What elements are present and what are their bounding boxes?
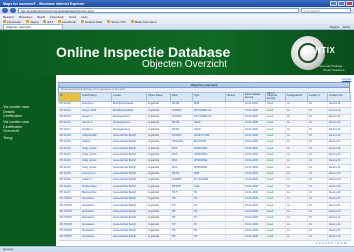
bookmark-icon [58, 20, 62, 23]
table-cell: 01 [307, 234, 328, 242]
pager-link[interactable]: 1 [316, 242, 317, 245]
favorite-link[interactable]: Show CTR [107, 20, 126, 24]
menu-item-beeld[interactable]: Beeld [37, 15, 45, 19]
toolbar-tools: Pagina Extra [330, 25, 354, 29]
status-bar: Gereed [0, 246, 354, 252]
web-page: Online Inspectie Database Objecten Overz… [0, 30, 354, 246]
pager-link[interactable]: 7 [334, 242, 335, 245]
bookmark-icon [3, 20, 6, 23]
table-header-row: ID Omschrijving Locatie Object status Merk Ty… [58, 91, 351, 102]
favorite-link[interactable]: Favorieten [3, 20, 21, 24]
favorite-label: Show CTR [111, 19, 126, 24]
window-title: Maps for success® - Windows Internet Exp… [3, 1, 85, 6]
favorite-label: Tappa [30, 19, 39, 24]
bookmark-icon [43, 20, 47, 23]
pager-link[interactable]: ... [348, 242, 350, 245]
tagline-line-2: Smart Solutions [323, 68, 345, 72]
column-header[interactable]: Omschrijving [80, 91, 112, 102]
search-input[interactable]: Live Search [301, 8, 351, 13]
column-header[interactable]: Serienr. [225, 91, 244, 102]
favorite-link[interactable]: Tappa [26, 20, 38, 24]
sidebar-group: Terug [0, 136, 56, 141]
page-subtitle: Objecten Overzicht [142, 59, 228, 70]
sidebar-group: Via locatie naar Certificaten Overzicht [0, 120, 56, 134]
logout-link[interactable]: Logout [342, 77, 351, 81]
column-header[interactable]: ID [58, 91, 81, 102]
pager-link[interactable]: 3 [322, 242, 323, 245]
tool-menu-extra[interactable]: Extra [343, 25, 350, 29]
sidebar: Via locatie naar Details Certificaten Via l… [0, 75, 56, 246]
table-cell: Deurne 01 [327, 234, 351, 242]
pager-link[interactable]: 5 [328, 242, 329, 245]
pager: 1 2 3 4 5 6 7 8 9 10... [316, 242, 350, 245]
sidebar-link[interactable]: Overzicht [0, 129, 56, 134]
column-header[interactable]: Goedgekeurd [285, 91, 308, 102]
favorite-label: Handbook [62, 19, 76, 24]
pager-link[interactable]: 2 [319, 242, 320, 245]
menu-item-help[interactable]: Help [81, 15, 87, 19]
table-cell: NH-IT0007 [58, 234, 81, 242]
favorite-label: Make Tool Items [134, 19, 157, 24]
column-header[interactable]: Type [192, 91, 226, 102]
column-header[interactable]: Locatie [111, 91, 147, 102]
column-header[interactable]: Datum volgende keuring [265, 91, 286, 102]
bookmark-icon [130, 20, 134, 23]
favorite-label: EXT [47, 19, 54, 24]
window-titlebar: Maps for success® - Windows Internet Exp… [0, 0, 354, 7]
logo-text: CENTIX [303, 46, 336, 55]
page-title: Online Inspectie Database [56, 44, 231, 60]
favorite-link[interactable]: EXT [43, 20, 53, 24]
url-input[interactable]: http://localhost/OnlineInspectieDatabase… [18, 8, 299, 13]
pager-link[interactable]: 10 [343, 242, 346, 245]
bookmark-icon [26, 20, 30, 23]
tab-objecten-overzicht[interactable]: Objecten overzicht [3, 24, 63, 29]
forward-button[interactable] [10, 8, 16, 13]
pager-link[interactable]: 8 [337, 242, 338, 245]
pager-link[interactable]: 6 [331, 242, 332, 245]
table-cell: In gebruik [146, 234, 171, 242]
table-row[interactable]: NH-IT0007 Apparatuur Gereedschap Bedrijf In… [58, 234, 351, 242]
close-button[interactable] [346, 1, 353, 6]
column-header[interactable]: Object status [146, 91, 171, 102]
table-cell: PC [192, 234, 226, 242]
column-header[interactable]: Locatie nr [307, 91, 328, 102]
table-cell: HP [170, 234, 193, 242]
column-header[interactable]: Datum laatste keuring [243, 91, 266, 102]
table-cell: Ja [285, 234, 308, 242]
sidebar-group: Via locatie naar Details Certificaten [0, 105, 56, 119]
favorite-link[interactable]: Outlook Web [80, 19, 103, 24]
menu-item-extra[interactable]: Extra [69, 15, 76, 19]
bookmark-icon [107, 20, 111, 23]
pager-link[interactable]: 9 [340, 242, 341, 245]
favorite-link[interactable]: Handbook [58, 20, 76, 24]
favorite-label: Outlook Web [84, 19, 103, 24]
objects-panel: Objecten overzicht Sleep een kolomkop hi… [58, 82, 351, 246]
menu-item-bestand[interactable]: Bestand [3, 15, 14, 19]
tool-menu-pagina[interactable]: Pagina [330, 25, 339, 29]
table-cell [225, 234, 244, 242]
tagline: Personal Thinking... Smart Solutions [318, 64, 344, 72]
sidebar-link[interactable]: Terug [0, 136, 56, 141]
favorite-link[interactable]: Make Tool Items [130, 19, 157, 24]
objects-table: ID Omschrijving Locatie Object status Merk Ty… [58, 91, 351, 242]
menu-item-favorieten[interactable]: Favorieten [50, 15, 64, 19]
table-cell: Gereedschap Bedrijf [111, 234, 147, 242]
page-header: Online Inspectie Database Objecten Overz… [0, 30, 354, 75]
column-header[interactable]: Merk [170, 91, 193, 102]
menu-item-bewerken[interactable]: Bewerken [19, 15, 32, 19]
minimize-button[interactable] [330, 1, 337, 6]
table-cell: Goed [265, 234, 286, 242]
table-cell: 01-01-2009 [243, 234, 266, 242]
table-body: NH-11213 Ankerpunt Bedrijfswerkplaats In ge… [58, 101, 351, 242]
column-header[interactable]: Locatie oms. [327, 91, 351, 102]
back-button[interactable] [2, 8, 8, 13]
pager-link[interactable]: 4 [325, 242, 326, 245]
address-bar: http://localhost/OnlineInspectieDatabase… [0, 7, 354, 14]
maximize-button[interactable] [338, 1, 345, 6]
sidebar-link[interactable]: Certificaten [0, 114, 56, 119]
table-cell: Apparatuur [80, 234, 112, 242]
favorite-label: Favorieten [7, 19, 22, 24]
bookmark-icon [80, 20, 84, 23]
